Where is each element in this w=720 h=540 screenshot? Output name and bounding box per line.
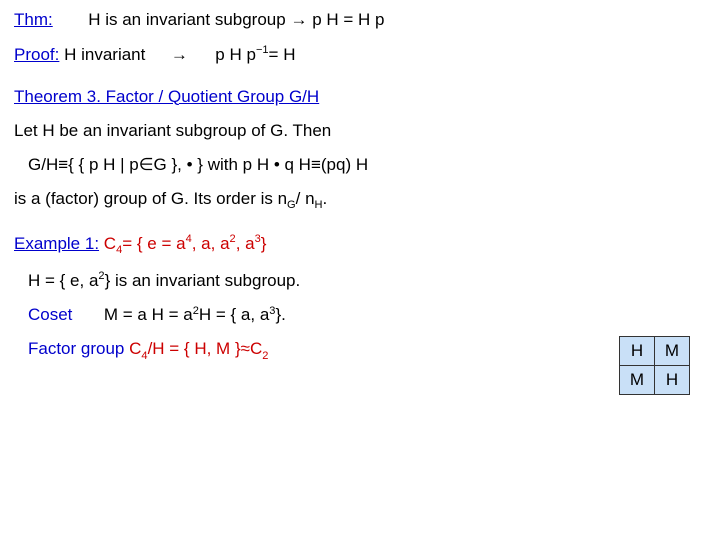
- example1-coset: Coset M = a H = a2 H = { a, a3 }.: [14, 305, 706, 326]
- table-cell: H: [655, 366, 690, 395]
- approx-icon: ≈: [241, 339, 250, 359]
- table-row: M H: [620, 366, 690, 395]
- proof-rhs-b: = H: [269, 45, 296, 65]
- cayley-table: H M M H: [619, 336, 690, 395]
- exp-minus-one: −1: [256, 44, 269, 56]
- table-cell: M: [620, 366, 655, 395]
- theorem-line: Thm: H is an invariant subgroup → p H = …: [14, 10, 706, 30]
- example1-H: H = { e, a2 } is an invariant subgroup.: [14, 270, 706, 291]
- equiv-icon: ≡: [311, 155, 321, 175]
- thm-label: Thm:: [14, 10, 53, 30]
- factor-group-label: Factor group: [28, 339, 124, 359]
- arrow-icon: →: [171, 45, 188, 65]
- c4-name: C: [104, 234, 116, 254]
- table-row: H M: [620, 337, 690, 366]
- thm-text-b: p H = H p: [312, 10, 384, 30]
- example1-factor-group: Factor group C4/H = { H, M } ≈ C2: [14, 339, 706, 361]
- table-cell: H: [620, 337, 655, 366]
- thm-text-a: H is an invariant subgroup: [88, 10, 286, 30]
- slide: Thm: H is an invariant subgroup → p H = …: [0, 0, 720, 540]
- element-of-icon: ∈: [139, 155, 154, 175]
- sub-h: H: [315, 199, 323, 211]
- table-cell: M: [655, 337, 690, 366]
- theorem3-let: Let H be an invariant subgroup of G. The…: [14, 121, 706, 141]
- sub-g: G: [287, 199, 296, 211]
- example1-heading: Example 1: C4 = { e = a4, a, a2, a3 }: [14, 233, 706, 256]
- proof-rhs-a: p H p: [215, 45, 256, 65]
- example1-label: Example 1:: [14, 234, 99, 254]
- equiv-icon: ≡: [58, 155, 68, 175]
- proof-label: Proof:: [14, 45, 59, 65]
- arrow-icon: →: [290, 10, 307, 30]
- theorem3-order: is a (factor) group of G. Its order is n…: [14, 189, 706, 211]
- theorem3-def: G/H ≡ { { p H | p ∈ G }, • } with p H • …: [14, 155, 706, 175]
- theorem3-heading-text: Theorem 3. Factor / Quotient Group G/H: [14, 87, 319, 107]
- theorem3-heading: Theorem 3. Factor / Quotient Group G/H: [14, 87, 706, 107]
- proof-line: Proof: H invariant → p H p−1 = H: [14, 44, 706, 65]
- coset-label: Coset: [28, 305, 72, 325]
- proof-lhs: H invariant: [64, 45, 145, 65]
